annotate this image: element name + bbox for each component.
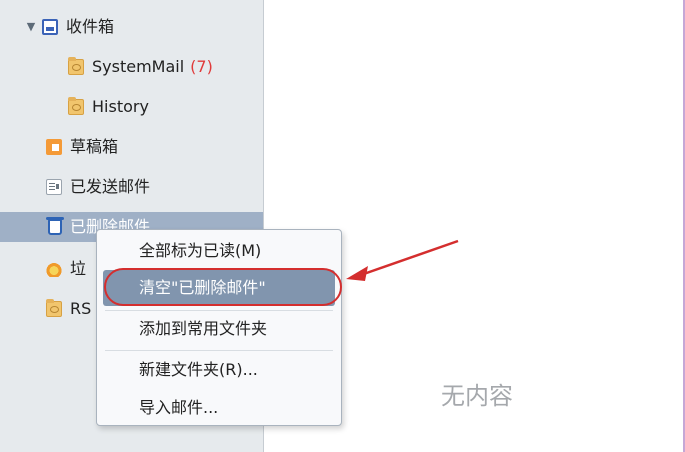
- folder-rss[interactable]: RS: [46, 294, 91, 324]
- drafts-icon: [46, 139, 62, 155]
- folder-systemmail-label: SystemMail: [92, 57, 185, 76]
- folder-rss-label: RS: [70, 299, 92, 318]
- menu-add-to-favorites[interactable]: 添加到常用文件夹: [97, 310, 341, 348]
- folder-junk-label: 垃: [70, 259, 87, 278]
- folder-inbox-label: 收件箱: [66, 17, 115, 36]
- trash-icon: [46, 217, 64, 235]
- folder-drafts-label: 草稿箱: [70, 137, 119, 156]
- annotation-highlight-ring: [104, 268, 342, 306]
- folder-drafts[interactable]: 草稿箱: [46, 132, 118, 162]
- junk-icon: [46, 261, 62, 277]
- folder-icon: [68, 57, 84, 75]
- folder-inbox[interactable]: ▼ 收件箱: [24, 12, 114, 42]
- folder-sent[interactable]: 已发送邮件: [46, 172, 150, 202]
- menu-import-mail[interactable]: 导入邮件...: [97, 389, 341, 427]
- context-menu: 全部标为已读(M) 清空"已删除邮件" 添加到常用文件夹 新建文件夹(R)...…: [96, 229, 342, 426]
- inbox-icon: [42, 19, 58, 35]
- menu-mark-all-read[interactable]: 全部标为已读(M): [97, 232, 341, 270]
- expand-arrow-icon[interactable]: ▼: [24, 12, 38, 42]
- menu-new-folder[interactable]: 新建文件夹(R)...: [97, 351, 341, 389]
- folder-history-label: History: [92, 97, 149, 116]
- folder-history[interactable]: History: [68, 92, 149, 122]
- empty-state-text: 无内容: [441, 382, 513, 410]
- folder-junk[interactable]: 垃: [46, 254, 86, 284]
- sent-mail-icon: [46, 179, 62, 195]
- folder-systemmail[interactable]: SystemMail (7): [68, 52, 213, 82]
- folder-icon: [46, 299, 62, 317]
- folder-sent-label: 已发送邮件: [70, 177, 151, 196]
- annotation-arrow-icon: [346, 239, 459, 281]
- folder-icon: [68, 97, 84, 115]
- unread-count: (7): [190, 57, 213, 76]
